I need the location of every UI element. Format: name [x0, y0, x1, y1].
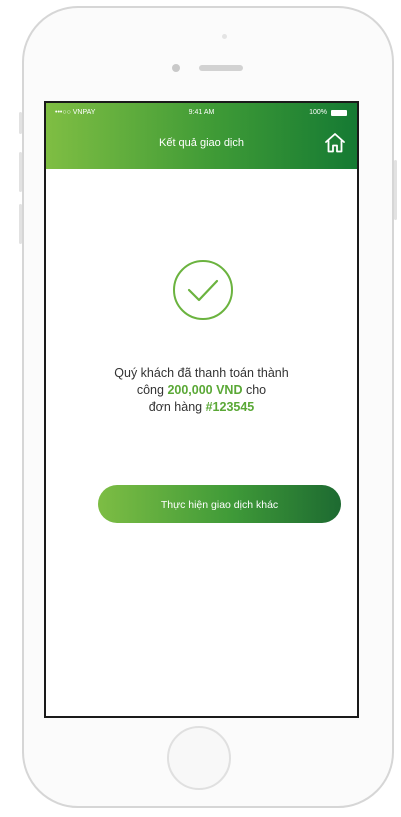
- check-circle-icon: [172, 259, 234, 321]
- result-line-1: Quý khách đã thanh toán thành: [114, 366, 289, 380]
- home-icon: [325, 133, 345, 153]
- app-header: •••○○ VNPAY 9:41 AM 100% Kết quả giao dị…: [46, 103, 357, 169]
- battery-icon: [331, 110, 347, 116]
- volume-down-button: [19, 204, 22, 244]
- device-home-button[interactable]: [167, 726, 231, 790]
- battery-percent: 100%: [309, 109, 327, 116]
- sensor-dot: [222, 34, 227, 39]
- front-camera: [172, 64, 180, 72]
- result-line-3: đơn hàng #123545: [148, 400, 255, 414]
- page-title: Kết quả giao dịch: [158, 137, 244, 149]
- power-button: [394, 160, 397, 220]
- app-screen: •••○○ VNPAY 9:41 AM 100% Kết quả giao dị…: [44, 101, 359, 718]
- home-button[interactable]: [323, 131, 347, 155]
- new-transaction-button[interactable]: Thực hiện giao dịch khác: [98, 485, 341, 523]
- result-message: Quý khách đã thanh toán thành công 200,0…: [46, 365, 357, 416]
- order-id: #123545: [205, 400, 255, 414]
- result-line-2: công 200,000 VND cho: [136, 383, 267, 397]
- volume-up-button: [19, 152, 22, 192]
- earpiece-speaker: [199, 65, 243, 71]
- status-bar: •••○○ VNPAY 9:41 AM 100%: [46, 109, 357, 123]
- paid-amount: 200,000 VND: [167, 383, 243, 397]
- mute-switch: [19, 112, 22, 134]
